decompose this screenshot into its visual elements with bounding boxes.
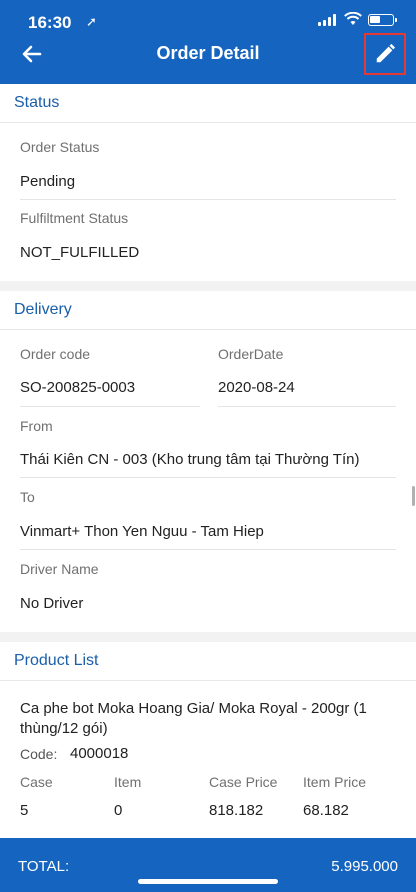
divider [20, 199, 396, 200]
item-column-header: Item [114, 774, 142, 790]
from-value: Thái Kiên CN - 003 (Kho trung tâm tại Th… [20, 451, 360, 468]
divider [0, 680, 416, 681]
item-price-column-header: Item Price [303, 774, 367, 790]
to-label: To [20, 489, 35, 505]
order-date-value: 2020-08-24 [218, 379, 295, 396]
product-name: Ca phe bot Moka Hoang Gia/ Moka Royal - … [20, 700, 367, 717]
total-value: 5.995.000 [331, 858, 398, 875]
total-bar: TOTAL: 5.995.000 [0, 838, 416, 892]
clock: 16:30 [28, 13, 72, 32]
app-header: 16:30 ➚ Order Detail [0, 0, 416, 84]
order-code-value: SO-200825-0003 [20, 379, 136, 396]
divider [20, 477, 396, 478]
divider [0, 329, 416, 330]
page-title: Order Detail [156, 43, 260, 63]
order-status-label: Order Status [20, 139, 100, 155]
cellular-signal-icon [318, 14, 336, 26]
case-column-header: Case [20, 774, 53, 790]
product-list-section-title: Product List [14, 652, 99, 669]
status-bar: 16:30 ➚ [0, 0, 416, 40]
battery-icon [368, 14, 397, 26]
product-name-continued: thùng/12 gói) [20, 720, 108, 737]
pencil-icon [376, 43, 396, 63]
edit-button[interactable] [364, 33, 406, 75]
product-code-label: Code: [20, 746, 58, 762]
section-separator [0, 281, 416, 291]
delivery-section-title: Delivery [14, 301, 72, 318]
total-label: TOTAL: [18, 858, 70, 875]
to-value: Vinmart+ Thon Yen Nguu - Tam Hiep [20, 523, 264, 540]
from-label: From [20, 418, 53, 434]
home-indicator[interactable] [138, 879, 278, 884]
location-arrow-icon: ➚ [86, 14, 97, 29]
item-value: 0 [114, 802, 123, 819]
scroll-indicator[interactable] [412, 486, 415, 506]
section-separator [0, 632, 416, 642]
order-status-value: Pending [20, 173, 76, 190]
driver-name-label: Driver Name [20, 561, 99, 577]
divider [20, 406, 200, 407]
product-code-value: 4000018 [70, 745, 129, 762]
order-date-label: OrderDate [218, 346, 284, 362]
divider [20, 549, 396, 550]
case-value: 5 [20, 802, 29, 819]
fulfillment-status-label: Fulfiltment Status [20, 210, 129, 226]
item-price-value: 68.182 [303, 802, 349, 819]
divider [0, 122, 416, 123]
divider [218, 406, 396, 407]
status-section-title: Status [14, 94, 60, 111]
driver-name-value: No Driver [20, 595, 84, 612]
case-price-column-header: Case Price [209, 774, 278, 790]
wifi-icon [344, 12, 362, 25]
order-code-label: Order code [20, 346, 91, 362]
fulfillment-status-value: NOT_FULFILLED [20, 244, 140, 261]
case-price-value: 818.182 [209, 802, 264, 819]
